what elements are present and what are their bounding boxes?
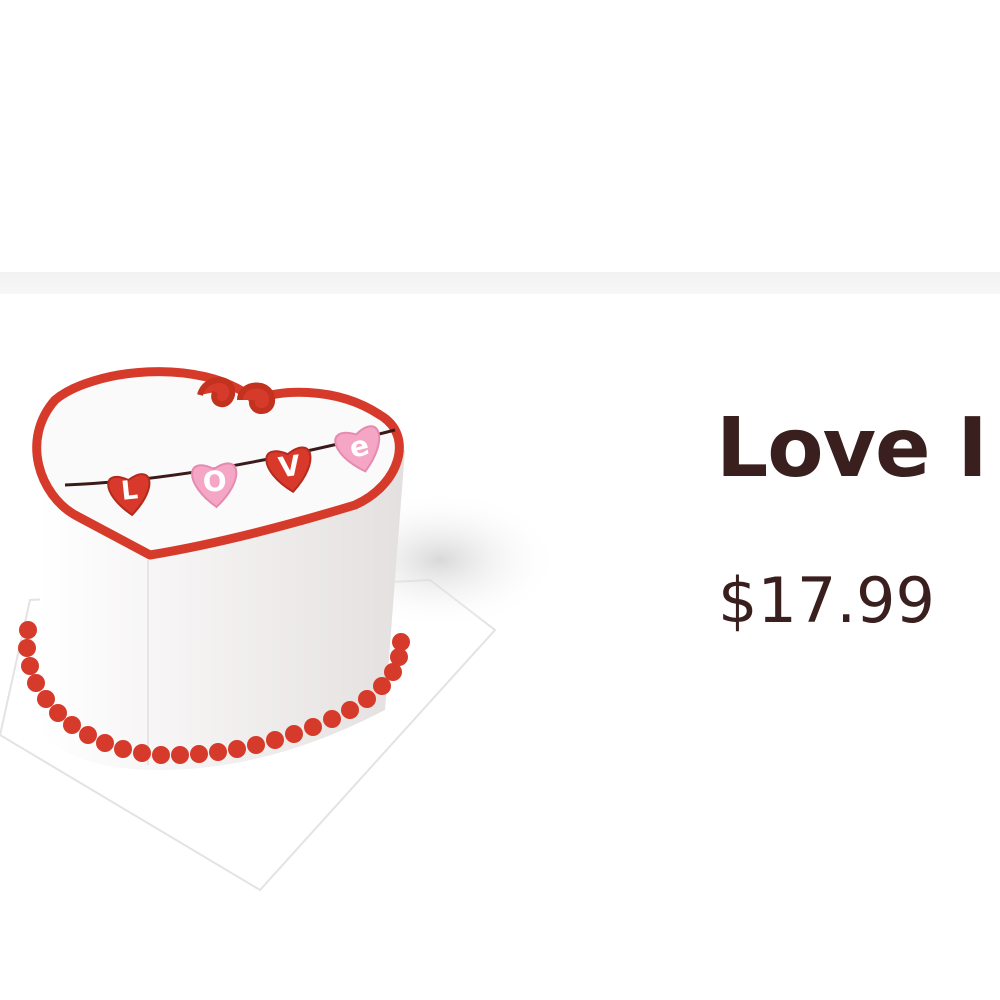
heart-cake-image[interactable]: L O V e xyxy=(0,330,600,930)
header-area xyxy=(0,0,1000,272)
svg-text:O: O xyxy=(202,464,228,499)
svg-text:L: L xyxy=(120,475,140,507)
product-name[interactable]: Love I xyxy=(716,408,988,490)
page: L O V e Love I $17.99 xyxy=(0,0,1000,1000)
section-divider xyxy=(0,272,1000,294)
product-price: $17.99 xyxy=(718,564,935,637)
